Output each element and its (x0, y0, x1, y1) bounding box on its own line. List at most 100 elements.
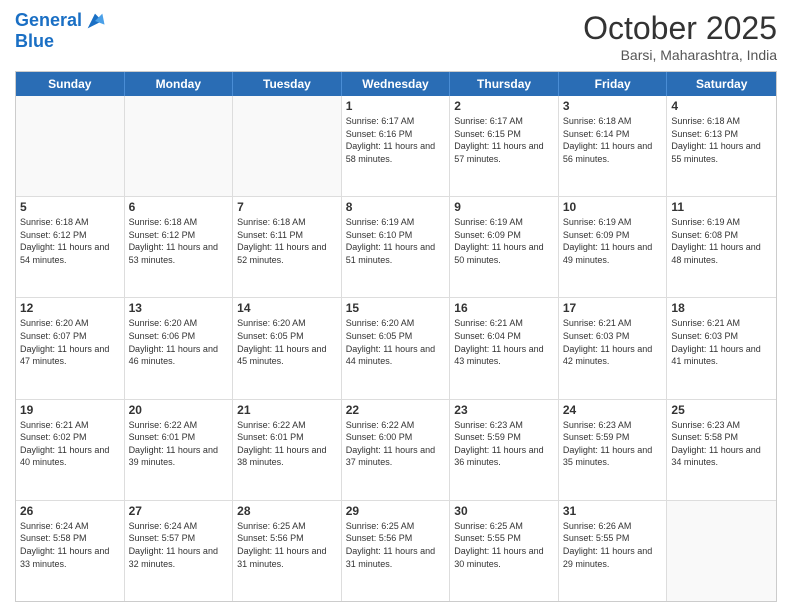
page: General Blue October 2025 Barsi, Maharas… (0, 0, 792, 612)
day-info: Sunrise: 6:18 AM Sunset: 6:14 PM Dayligh… (563, 115, 663, 165)
day-number: 21 (237, 403, 337, 417)
calendar-cell-1-6: 3 Sunrise: 6:18 AM Sunset: 6:14 PM Daylig… (559, 96, 668, 196)
day-info: Sunrise: 6:23 AM Sunset: 5:59 PM Dayligh… (454, 419, 554, 469)
day-info: Sunrise: 6:22 AM Sunset: 6:01 PM Dayligh… (237, 419, 337, 469)
day-info: Sunrise: 6:21 AM Sunset: 6:02 PM Dayligh… (20, 419, 120, 469)
day-number: 2 (454, 99, 554, 113)
month-title: October 2025 (583, 10, 777, 47)
calendar-cell-3-6: 17 Sunrise: 6:21 AM Sunset: 6:03 PM Dayli… (559, 298, 668, 398)
day-info: Sunrise: 6:25 AM Sunset: 5:55 PM Dayligh… (454, 520, 554, 570)
day-info: Sunrise: 6:24 AM Sunset: 5:58 PM Dayligh… (20, 520, 120, 570)
day-info: Sunrise: 6:18 AM Sunset: 6:13 PM Dayligh… (671, 115, 772, 165)
day-info: Sunrise: 6:21 AM Sunset: 6:03 PM Dayligh… (671, 317, 772, 367)
day-number: 24 (563, 403, 663, 417)
calendar-cell-1-2 (125, 96, 234, 196)
day-number: 13 (129, 301, 229, 315)
day-number: 3 (563, 99, 663, 113)
calendar-row-5: 26 Sunrise: 6:24 AM Sunset: 5:58 PM Dayli… (16, 501, 776, 601)
calendar-cell-1-7: 4 Sunrise: 6:18 AM Sunset: 6:13 PM Daylig… (667, 96, 776, 196)
calendar-cell-1-4: 1 Sunrise: 6:17 AM Sunset: 6:16 PM Daylig… (342, 96, 451, 196)
day-number: 31 (563, 504, 663, 518)
day-number: 16 (454, 301, 554, 315)
calendar-cell-2-5: 9Sunrise: 6:19 AM Sunset: 6:09 PM Daylig… (450, 197, 559, 297)
day-number: 9 (454, 200, 554, 214)
day-number: 18 (671, 301, 772, 315)
day-number: 4 (671, 99, 772, 113)
day-number: 25 (671, 403, 772, 417)
header: General Blue October 2025 Barsi, Maharas… (15, 10, 777, 63)
day-info: Sunrise: 6:21 AM Sunset: 6:04 PM Dayligh… (454, 317, 554, 367)
calendar-cell-4-6: 24 Sunrise: 6:23 AM Sunset: 5:59 PM Dayli… (559, 400, 668, 500)
day-number: 10 (563, 200, 663, 214)
day-info: Sunrise: 6:17 AM Sunset: 6:15 PM Dayligh… (454, 115, 554, 165)
day-info: Sunrise: 6:18 AM Sunset: 6:12 PM Dayligh… (20, 216, 120, 266)
day-info: Sunrise: 6:25 AM Sunset: 5:56 PM Dayligh… (237, 520, 337, 570)
calendar-cell-2-6: 10 Sunrise: 6:19 AM Sunset: 6:09 PM Dayli… (559, 197, 668, 297)
day-info: Sunrise: 6:19 AM Sunset: 6:09 PM Dayligh… (563, 216, 663, 266)
day-info: Sunrise: 6:23 AM Sunset: 5:59 PM Dayligh… (563, 419, 663, 469)
calendar-cell-1-3 (233, 96, 342, 196)
calendar-cell-2-4: 8 Sunrise: 6:19 AM Sunset: 6:10 PM Daylig… (342, 197, 451, 297)
day-info: Sunrise: 6:19 AM Sunset: 6:08 PM Dayligh… (671, 216, 772, 266)
calendar-cell-4-3: 21 Sunrise: 6:22 AM Sunset: 6:01 PM Dayli… (233, 400, 342, 500)
header-day-friday: Friday (559, 72, 668, 96)
header-day-thursday: Thursday (450, 72, 559, 96)
day-number: 15 (346, 301, 446, 315)
calendar-cell-3-4: 15Sunrise: 6:20 AM Sunset: 6:05 PM Dayli… (342, 298, 451, 398)
day-number: 7 (237, 200, 337, 214)
calendar-cell-3-1: 12 Sunrise: 6:20 AM Sunset: 6:07 PM Dayli… (16, 298, 125, 398)
calendar: SundayMondayTuesdayWednesdayThursdayFrid… (15, 71, 777, 602)
day-info: Sunrise: 6:19 AM Sunset: 6:10 PM Dayligh… (346, 216, 446, 266)
calendar-cell-1-1 (16, 96, 125, 196)
calendar-cell-5-7 (667, 501, 776, 601)
day-info: Sunrise: 6:17 AM Sunset: 6:16 PM Dayligh… (346, 115, 446, 165)
day-info: Sunrise: 6:26 AM Sunset: 5:55 PM Dayligh… (563, 520, 663, 570)
logo-text: General (15, 11, 82, 31)
calendar-cell-3-5: 16 Sunrise: 6:21 AM Sunset: 6:04 PM Dayli… (450, 298, 559, 398)
day-number: 8 (346, 200, 446, 214)
day-number: 30 (454, 504, 554, 518)
calendar-cell-3-7: 18 Sunrise: 6:21 AM Sunset: 6:03 PM Dayli… (667, 298, 776, 398)
calendar-cell-4-7: 25 Sunrise: 6:23 AM Sunset: 5:58 PM Dayli… (667, 400, 776, 500)
day-info: Sunrise: 6:18 AM Sunset: 6:12 PM Dayligh… (129, 216, 229, 266)
calendar-row-1: 1 Sunrise: 6:17 AM Sunset: 6:16 PM Daylig… (16, 96, 776, 197)
day-number: 19 (20, 403, 120, 417)
calendar-body: 1 Sunrise: 6:17 AM Sunset: 6:16 PM Daylig… (16, 96, 776, 601)
day-info: Sunrise: 6:25 AM Sunset: 5:56 PM Dayligh… (346, 520, 446, 570)
logo: General Blue (15, 10, 106, 52)
header-day-sunday: Sunday (16, 72, 125, 96)
calendar-cell-2-7: 11 Sunrise: 6:19 AM Sunset: 6:08 PM Dayli… (667, 197, 776, 297)
day-info: Sunrise: 6:20 AM Sunset: 6:07 PM Dayligh… (20, 317, 120, 367)
calendar-row-4: 19 Sunrise: 6:21 AM Sunset: 6:02 PM Dayli… (16, 400, 776, 501)
calendar-cell-5-1: 26 Sunrise: 6:24 AM Sunset: 5:58 PM Dayli… (16, 501, 125, 601)
calendar-cell-2-2: 6 Sunrise: 6:18 AM Sunset: 6:12 PM Daylig… (125, 197, 234, 297)
day-number: 26 (20, 504, 120, 518)
calendar-cell-2-3: 7 Sunrise: 6:18 AM Sunset: 6:11 PM Daylig… (233, 197, 342, 297)
day-info: Sunrise: 6:21 AM Sunset: 6:03 PM Dayligh… (563, 317, 663, 367)
day-number: 23 (454, 403, 554, 417)
day-info: Sunrise: 6:20 AM Sunset: 6:05 PM Dayligh… (237, 317, 337, 367)
calendar-cell-4-5: 23 Sunrise: 6:23 AM Sunset: 5:59 PM Dayli… (450, 400, 559, 500)
header-day-tuesday: Tuesday (233, 72, 342, 96)
day-number: 17 (563, 301, 663, 315)
calendar-row-2: 5 Sunrise: 6:18 AM Sunset: 6:12 PM Daylig… (16, 197, 776, 298)
day-number: 11 (671, 200, 772, 214)
day-info: Sunrise: 6:18 AM Sunset: 6:11 PM Dayligh… (237, 216, 337, 266)
day-info: Sunrise: 6:23 AM Sunset: 5:58 PM Dayligh… (671, 419, 772, 469)
calendar-cell-4-2: 20Sunrise: 6:22 AM Sunset: 6:01 PM Dayli… (125, 400, 234, 500)
day-number: 5 (20, 200, 120, 214)
location: Barsi, Maharashtra, India (583, 47, 777, 63)
calendar-row-3: 12 Sunrise: 6:20 AM Sunset: 6:07 PM Dayli… (16, 298, 776, 399)
logo-text-blue: Blue (15, 31, 54, 51)
day-number: 12 (20, 301, 120, 315)
calendar-cell-5-3: 28Sunrise: 6:25 AM Sunset: 5:56 PM Dayli… (233, 501, 342, 601)
calendar-cell-5-5: 30 Sunrise: 6:25 AM Sunset: 5:55 PM Dayli… (450, 501, 559, 601)
calendar-cell-4-4: 22Sunrise: 6:22 AM Sunset: 6:00 PM Dayli… (342, 400, 451, 500)
title-block: October 2025 Barsi, Maharashtra, India (583, 10, 777, 63)
calendar-header: SundayMondayTuesdayWednesdayThursdayFrid… (16, 72, 776, 96)
day-number: 1 (346, 99, 446, 113)
day-number: 6 (129, 200, 229, 214)
header-day-saturday: Saturday (667, 72, 776, 96)
day-number: 27 (129, 504, 229, 518)
calendar-cell-2-1: 5 Sunrise: 6:18 AM Sunset: 6:12 PM Daylig… (16, 197, 125, 297)
